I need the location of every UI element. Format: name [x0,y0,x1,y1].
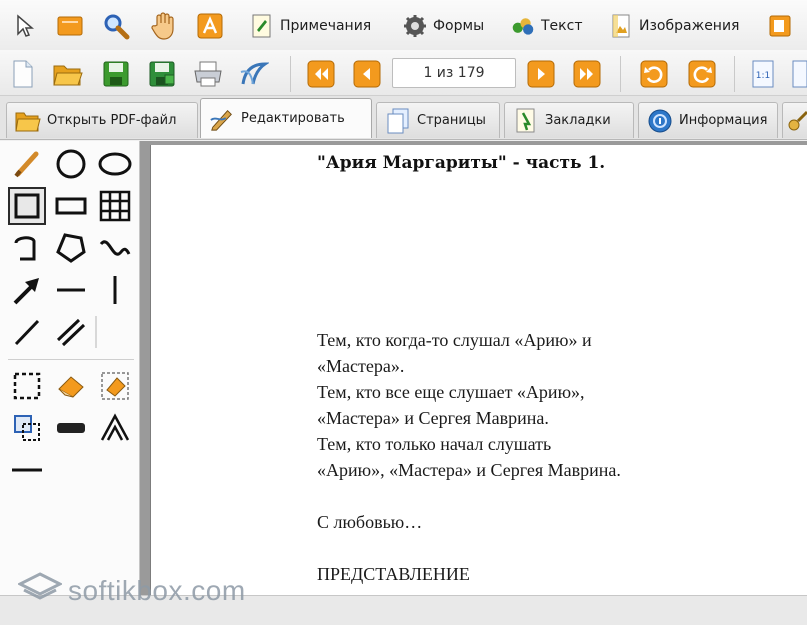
open-folder-icon [15,108,41,134]
circle-tool-icon[interactable] [52,145,90,183]
undo-icon[interactable] [638,58,670,90]
diagonal-line-tool-icon[interactable] [8,313,46,351]
thick-bar-tool-icon[interactable] [52,409,90,447]
document-line: «Мастера» и Сергея Маврина. [317,408,549,428]
save-as-icon[interactable] [146,58,178,90]
more-icon[interactable] [766,10,796,42]
text-edit-icon [511,14,535,38]
first-page-icon[interactable] [305,58,337,90]
forms-button[interactable]: Формы [403,10,484,42]
toolbar-separator [734,56,735,92]
save-icon[interactable] [100,58,132,90]
info-icon [647,108,673,134]
polygon-tool-icon[interactable] [52,229,90,267]
fit-page-icon[interactable] [790,58,807,90]
document-line: «Мастера». [317,356,405,376]
document-line: Тем, кто когда-то слушал «Арию» и [317,330,592,350]
tab-edit-label: Редактировать [241,111,345,126]
tools-divider [8,359,134,360]
tab-pages[interactable]: Страницы [376,102,500,138]
watermark: softikbox.com [16,572,246,610]
watermark-text: softikbox.com [68,575,246,606]
images-label: Изображения [639,18,740,34]
hand-icon[interactable] [148,10,180,42]
document-line: Тем, кто все еще слушает «Арию», [317,382,585,402]
arrow-tool-icon[interactable] [8,271,46,309]
toolbar-separator [290,56,291,92]
images-icon [609,14,633,38]
text-label: Текст [541,18,583,34]
tab-bookmarks[interactable]: Закладки [504,102,634,138]
line-weight-tool-icon[interactable] [8,451,46,489]
freeform-shape-tool-icon[interactable] [8,229,46,267]
ellipse-tool-icon[interactable] [96,145,134,183]
annotation-icon [250,14,274,38]
tab-open-pdf[interactable]: Открыть PDF-файл [6,102,198,138]
tab-edit[interactable]: Редактировать [200,98,372,138]
wide-rectangle-tool-icon[interactable] [52,187,90,225]
top-toolbar: Примечания Формы Текст Изображения [0,0,807,50]
paint-bucket-tool-icon[interactable] [96,367,134,405]
document-canvas: "Ария Маргариты" - часть 1. Тем, кто ког… [140,141,807,595]
tab-bookmarks-label: Закладки [545,113,611,128]
tab-bar: Открыть PDF-файл Редактировать Страницы … [0,96,807,140]
watermark-logo-icon [16,572,64,610]
document-line: «Арию», «Мастера» и Сергея Маврина. [317,460,621,480]
document-line: Тем, кто только начал слушать [317,434,552,454]
bookmarks-icon [513,108,539,134]
open-folder-icon[interactable] [52,58,84,90]
drawing-tools-panel [0,141,140,595]
email-icon[interactable] [238,58,270,90]
annotations-label: Примечания [280,18,372,34]
tab-pages-label: Страницы [417,113,486,128]
table-tool-icon[interactable] [96,187,134,225]
tab-open-pdf-label: Открыть PDF-файл [47,113,177,128]
last-page-icon[interactable] [571,58,603,90]
actual-size-icon[interactable]: 1:1 [748,58,780,90]
tab-information[interactable]: Информация [638,102,778,138]
next-page-icon[interactable] [525,58,557,90]
thin-line-tool-icon[interactable] [86,313,106,351]
pdf-page[interactable]: "Ария Маргариты" - часть 1. Тем, кто ког… [150,145,807,595]
eraser-tool-icon[interactable] [52,367,90,405]
images-button[interactable]: Изображения [609,10,739,42]
vertical-line-tool-icon[interactable] [96,271,134,309]
tab-overflow[interactable] [782,102,807,138]
document-line: ПРЕДСТАВЛЕНИЕ [317,564,470,584]
chevron-tool-icon[interactable] [96,409,134,447]
edit-pencil-icon [209,106,235,132]
key-icon [787,108,807,134]
forms-icon [403,14,427,38]
select-text-icon[interactable] [54,10,86,42]
page-indicator[interactable]: 1 из 179 [392,58,516,88]
pointer-icon[interactable] [12,12,38,40]
rectangle-tool-icon[interactable] [8,187,46,225]
horizontal-line-tool-icon[interactable] [52,271,90,309]
text-button[interactable]: Текст [511,10,582,42]
brush-tool-icon[interactable] [8,145,46,183]
tab-information-label: Информация [679,113,768,128]
zoom-icon[interactable] [100,10,132,42]
document-title: "Ария Маргариты" - часть 1. [317,153,606,173]
marquee-select-tool-icon[interactable] [8,367,46,405]
print-icon[interactable] [192,58,224,90]
redo-icon[interactable] [686,58,718,90]
annotations-button[interactable]: Примечания [250,10,371,42]
pages-icon [385,108,411,134]
previous-page-icon[interactable] [351,58,383,90]
forms-label: Формы [433,18,485,34]
double-line-tool-icon[interactable] [52,313,90,351]
document-line: С любовью… [317,512,423,532]
curve-tool-icon[interactable] [96,229,134,267]
new-document-icon[interactable] [8,58,38,90]
svg-text:1:1: 1:1 [756,71,770,81]
toolbar-separator [620,56,621,92]
image-frame-tool-icon[interactable] [8,409,46,447]
text-tool-icon[interactable] [194,10,226,42]
